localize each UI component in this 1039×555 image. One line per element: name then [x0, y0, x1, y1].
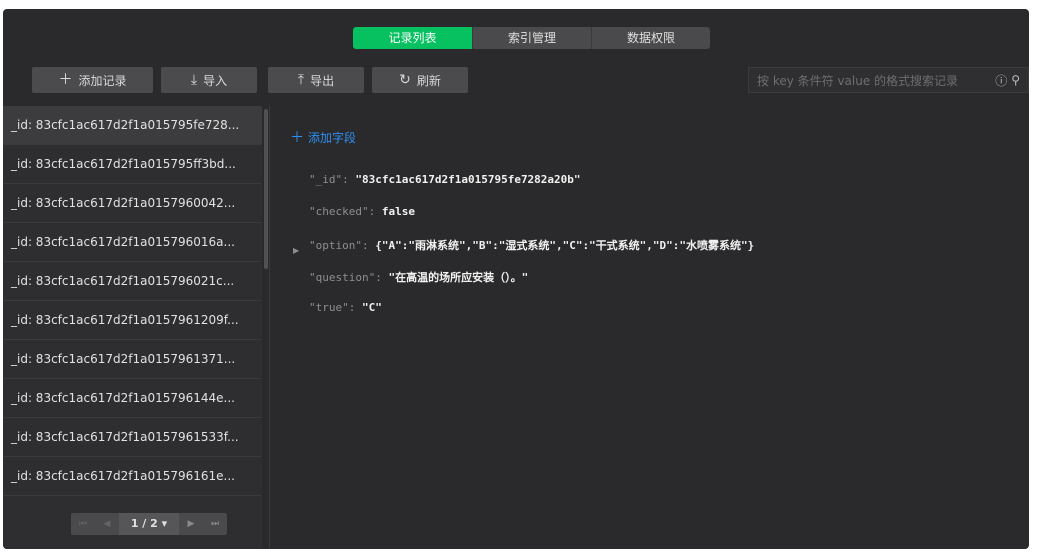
- field-option[interactable]: "option": {"A":"雨淋系统","B":"湿式系统","C":"干式…: [309, 237, 754, 253]
- import-label: 导入: [203, 73, 228, 88]
- record-list: _id: 83cfc1ac617d2f1a015795fe728... _id:…: [3, 106, 262, 549]
- add-field-button[interactable]: ＋ 添加字段: [290, 127, 356, 147]
- tab-data-permissions[interactable]: 数据权限: [591, 27, 710, 49]
- refresh-button[interactable]: ↻ 刷新: [372, 67, 468, 93]
- plus-icon: ＋: [290, 130, 304, 146]
- field-key: "checked": [309, 205, 369, 218]
- pane-divider: [269, 106, 270, 549]
- database-panel: 记录列表 索引管理 数据权限 ＋ 添加记录 ⤓ 导入 ⤒ 导出 ↻ 刷新 按 k…: [3, 9, 1029, 549]
- field-value: "83cfc1ac617d2f1a015795fe7282a20b": [355, 173, 581, 186]
- page-select[interactable]: 1 / 2 ▾: [119, 513, 179, 535]
- field-value: "在高温的场所应安装（）。": [388, 271, 529, 284]
- export-label: 导出: [310, 73, 335, 88]
- refresh-icon: ↻: [399, 72, 411, 88]
- list-item[interactable]: _id: 83cfc1ac617d2f1a015795fe728...: [3, 106, 262, 145]
- field-true[interactable]: "true": "C": [309, 301, 382, 314]
- field-question[interactable]: "question": "在高温的场所应安装（）。": [309, 269, 528, 285]
- list-item[interactable]: _id: 83cfc1ac617d2f1a015796161e...: [3, 457, 262, 496]
- field-id[interactable]: "_id": "83cfc1ac617d2f1a015795fe7282a20b…: [309, 173, 581, 186]
- list-item[interactable]: _id: 83cfc1ac617d2f1a015796144e...: [3, 379, 262, 418]
- list-item[interactable]: _id: 83cfc1ac617d2f1a015796016a...: [3, 223, 262, 262]
- import-button[interactable]: ⤓ 导入: [161, 67, 257, 93]
- last-page-icon[interactable]: ⏭: [203, 513, 227, 535]
- field-value: {"A":"雨淋系统","B":"湿式系统","C":"干式系统","D":"水…: [375, 239, 755, 252]
- first-page-icon[interactable]: ⏮: [71, 513, 95, 535]
- list-item[interactable]: _id: 83cfc1ac617d2f1a0157960042...: [3, 184, 262, 223]
- info-icon[interactable]: ⓘ: [995, 72, 1007, 89]
- add-record-label: 添加记录: [78, 73, 127, 88]
- list-item[interactable]: _id: 83cfc1ac617d2f1a0157961209f...: [3, 301, 262, 340]
- add-field-label: 添加字段: [308, 131, 357, 145]
- plus-icon: ＋: [58, 72, 73, 88]
- list-item[interactable]: _id: 83cfc1ac617d2f1a0157961371...: [3, 340, 262, 379]
- refresh-label: 刷新: [416, 73, 441, 88]
- field-key: "_id": [309, 173, 343, 186]
- tab-record-list[interactable]: 记录列表: [353, 27, 472, 49]
- field-key: "true": [309, 301, 349, 314]
- field-checked[interactable]: "checked": false: [309, 205, 415, 218]
- list-item[interactable]: _id: 83cfc1ac617d2f1a015795ff3bd...: [3, 145, 262, 184]
- field-key: "option": [309, 239, 362, 252]
- add-record-button[interactable]: ＋ 添加记录: [32, 67, 153, 93]
- field-key: "question": [309, 271, 376, 284]
- expand-icon[interactable]: ▶: [293, 246, 299, 255]
- tab-index-management[interactable]: 索引管理: [472, 27, 591, 49]
- export-button[interactable]: ⤒ 导出: [268, 67, 364, 93]
- list-item[interactable]: _id: 83cfc1ac617d2f1a0157961533f...: [3, 418, 262, 457]
- field-value: "C": [362, 301, 382, 314]
- list-scrollbar[interactable]: [264, 109, 268, 269]
- download-icon: ⤓: [190, 72, 198, 88]
- view-tabs: 记录列表 索引管理 数据权限: [353, 27, 710, 49]
- list-item[interactable]: _id: 83cfc1ac617d2f1a015796021c...: [3, 262, 262, 301]
- search-input[interactable]: 按 key 条件符 value 的格式搜索记录 ⓘ ⚲: [748, 67, 1029, 93]
- field-value: false: [381, 205, 415, 218]
- search-placeholder: 按 key 条件符 value 的格式搜索记录: [757, 73, 959, 88]
- search-icon[interactable]: ⚲: [1011, 73, 1020, 87]
- pagination: ⏮ ◀ 1 / 2 ▾ ▶ ⏭: [71, 513, 227, 535]
- upload-icon: ⤒: [297, 72, 305, 88]
- next-page-icon[interactable]: ▶: [179, 513, 203, 535]
- prev-page-icon[interactable]: ◀: [95, 513, 119, 535]
